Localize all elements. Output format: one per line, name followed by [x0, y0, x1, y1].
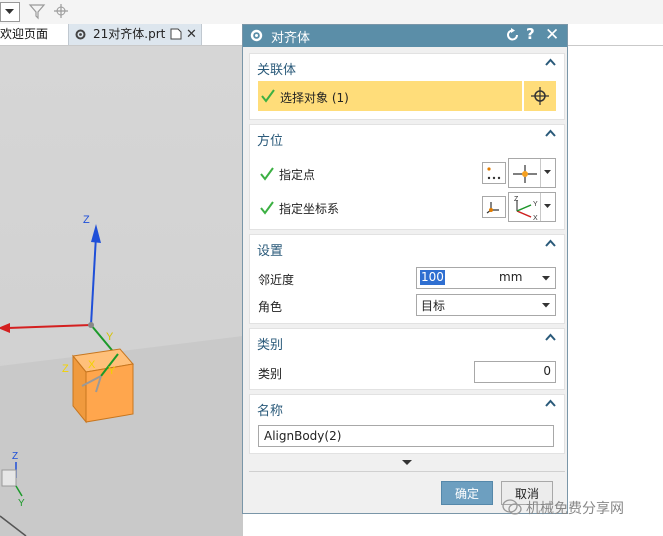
- cube-z-label: Z: [62, 363, 69, 375]
- mini-y-label: Y: [18, 498, 25, 509]
- category-field[interactable]: 0: [474, 361, 556, 383]
- reset-icon[interactable]: [505, 27, 521, 43]
- group-associated-body: 关联体 选择对象 (1): [249, 53, 565, 120]
- top-toolbar: [0, 0, 663, 25]
- graphics-viewport[interactable]: Z Y X Z Y Z Y: [0, 46, 243, 536]
- csys-z-label: Z: [514, 196, 519, 203]
- wechat-icon: [502, 499, 522, 515]
- point-dialog-icon: [487, 167, 501, 180]
- y-axis-label-upper: Y: [106, 331, 114, 343]
- check-icon: [260, 167, 274, 181]
- group-heading: 设置: [257, 244, 284, 259]
- tab-welcome-page[interactable]: 欢迎页面: [0, 24, 62, 45]
- watermark-text: 机械免费分享网: [526, 501, 624, 517]
- snap-icon[interactable]: [52, 2, 70, 20]
- gear-icon: [250, 29, 263, 42]
- chevron-up-icon[interactable]: [545, 239, 556, 247]
- point-snap-icon: [513, 165, 537, 183]
- specify-point-label: 指定点: [279, 168, 316, 182]
- note-icon: [170, 28, 182, 40]
- chevron-up-icon[interactable]: [545, 333, 556, 341]
- crosshair-icon: [531, 87, 549, 105]
- z-axis-line: [90, 235, 97, 326]
- chevron-down-icon: [542, 303, 550, 308]
- csys-dropdown[interactable]: [540, 193, 555, 221]
- chevron-up-icon[interactable]: [545, 399, 556, 407]
- chevron-down-icon: [542, 276, 550, 281]
- tab-welcome-label: 欢迎页面: [0, 27, 49, 41]
- chevron-down-icon: [544, 170, 551, 174]
- name-field[interactable]: AlignBody(2): [258, 425, 554, 447]
- dialog-close-button[interactable]: ✕: [545, 25, 559, 45]
- filter-icon[interactable]: [28, 2, 46, 20]
- csys-x-label: X: [533, 215, 538, 221]
- csys-split-button[interactable]: Z Y X: [508, 192, 556, 222]
- chevron-down-icon: [544, 204, 551, 208]
- x-axis-arrowhead: [0, 323, 10, 333]
- group-heading: 类别: [257, 338, 284, 353]
- proximity-field[interactable]: 100 mm: [416, 267, 556, 289]
- category-label: 类别: [258, 367, 283, 381]
- chevron-up-icon[interactable]: [545, 58, 556, 66]
- role-value: 目标: [421, 299, 446, 313]
- proximity-value: 100: [420, 270, 445, 285]
- group-orientation: 方位 指定点 指定坐标系 Z Y X: [249, 124, 565, 230]
- ok-button[interactable]: 确定: [441, 481, 493, 505]
- cube-x-label: X: [88, 359, 96, 371]
- select-object-label: 选择对象 (1): [280, 91, 349, 105]
- align-body-dialog: 对齐体 ? ✕ 关联体 选择对象 (1) 方位 指定点 指定坐标系 Z Y X …: [242, 24, 568, 514]
- csys-dialog-icon: [486, 202, 499, 214]
- tab-part-label: 21对齐体.prt: [93, 27, 166, 41]
- dialog-title: 对齐体: [271, 31, 311, 46]
- group-heading: 名称: [257, 404, 284, 419]
- viewport-scene: Z Y X Z Y Z Y: [0, 214, 243, 536]
- dialog-title-bar[interactable]: 对齐体 ? ✕: [243, 25, 567, 47]
- proximity-unit: mm: [499, 270, 523, 284]
- more-options-toggle[interactable]: [249, 457, 565, 471]
- chevron-down-icon: [402, 460, 412, 465]
- point-dialog-button[interactable]: [482, 162, 506, 184]
- point-snap-split-button[interactable]: [508, 158, 556, 188]
- z-axis-arrowhead: [91, 224, 101, 243]
- csys-y-label: Y: [533, 201, 538, 208]
- proximity-label: 邻近度: [258, 273, 295, 287]
- gear-icon: [75, 29, 86, 40]
- category-value: 0: [543, 364, 551, 378]
- specify-csys-label: 指定坐标系: [279, 202, 340, 216]
- mini-z-label: Z: [12, 451, 18, 462]
- csys-icon: Z Y X: [514, 196, 538, 221]
- point-snap-dropdown[interactable]: [540, 159, 555, 187]
- role-label: 角色: [258, 300, 283, 314]
- selection-crosshair-button[interactable]: [524, 81, 556, 111]
- cube-y-label: Y: [108, 365, 116, 377]
- footer-divider: [249, 471, 565, 472]
- mini-cube: [1, 469, 17, 487]
- group-heading: 关联体: [257, 63, 297, 78]
- x-axis-line: [7, 324, 92, 329]
- csys-dialog-button[interactable]: [482, 196, 506, 218]
- select-object-row[interactable]: 选择对象 (1): [258, 81, 522, 111]
- tab-close-icon[interactable]: ✕: [186, 24, 197, 45]
- toolbar-dropdown[interactable]: [0, 2, 20, 22]
- chevron-up-icon[interactable]: [545, 129, 556, 137]
- origin-point: [88, 322, 94, 328]
- group-settings: 设置 邻近度 100 mm 角色 目标: [249, 234, 565, 324]
- check-icon: [260, 201, 274, 215]
- group-name: 名称 AlignBody(2): [249, 394, 565, 454]
- z-axis-label: Z: [83, 214, 90, 226]
- tab-part-file[interactable]: 21对齐体.prt ✕: [68, 24, 202, 45]
- help-button[interactable]: ?: [526, 25, 535, 43]
- check-icon: [261, 89, 275, 103]
- name-value: AlignBody(2): [264, 429, 342, 443]
- group-heading: 方位: [257, 134, 284, 149]
- chevron-down-icon: [5, 9, 14, 14]
- role-select[interactable]: 目标: [416, 294, 556, 316]
- group-category: 类别 类别 0: [249, 328, 565, 390]
